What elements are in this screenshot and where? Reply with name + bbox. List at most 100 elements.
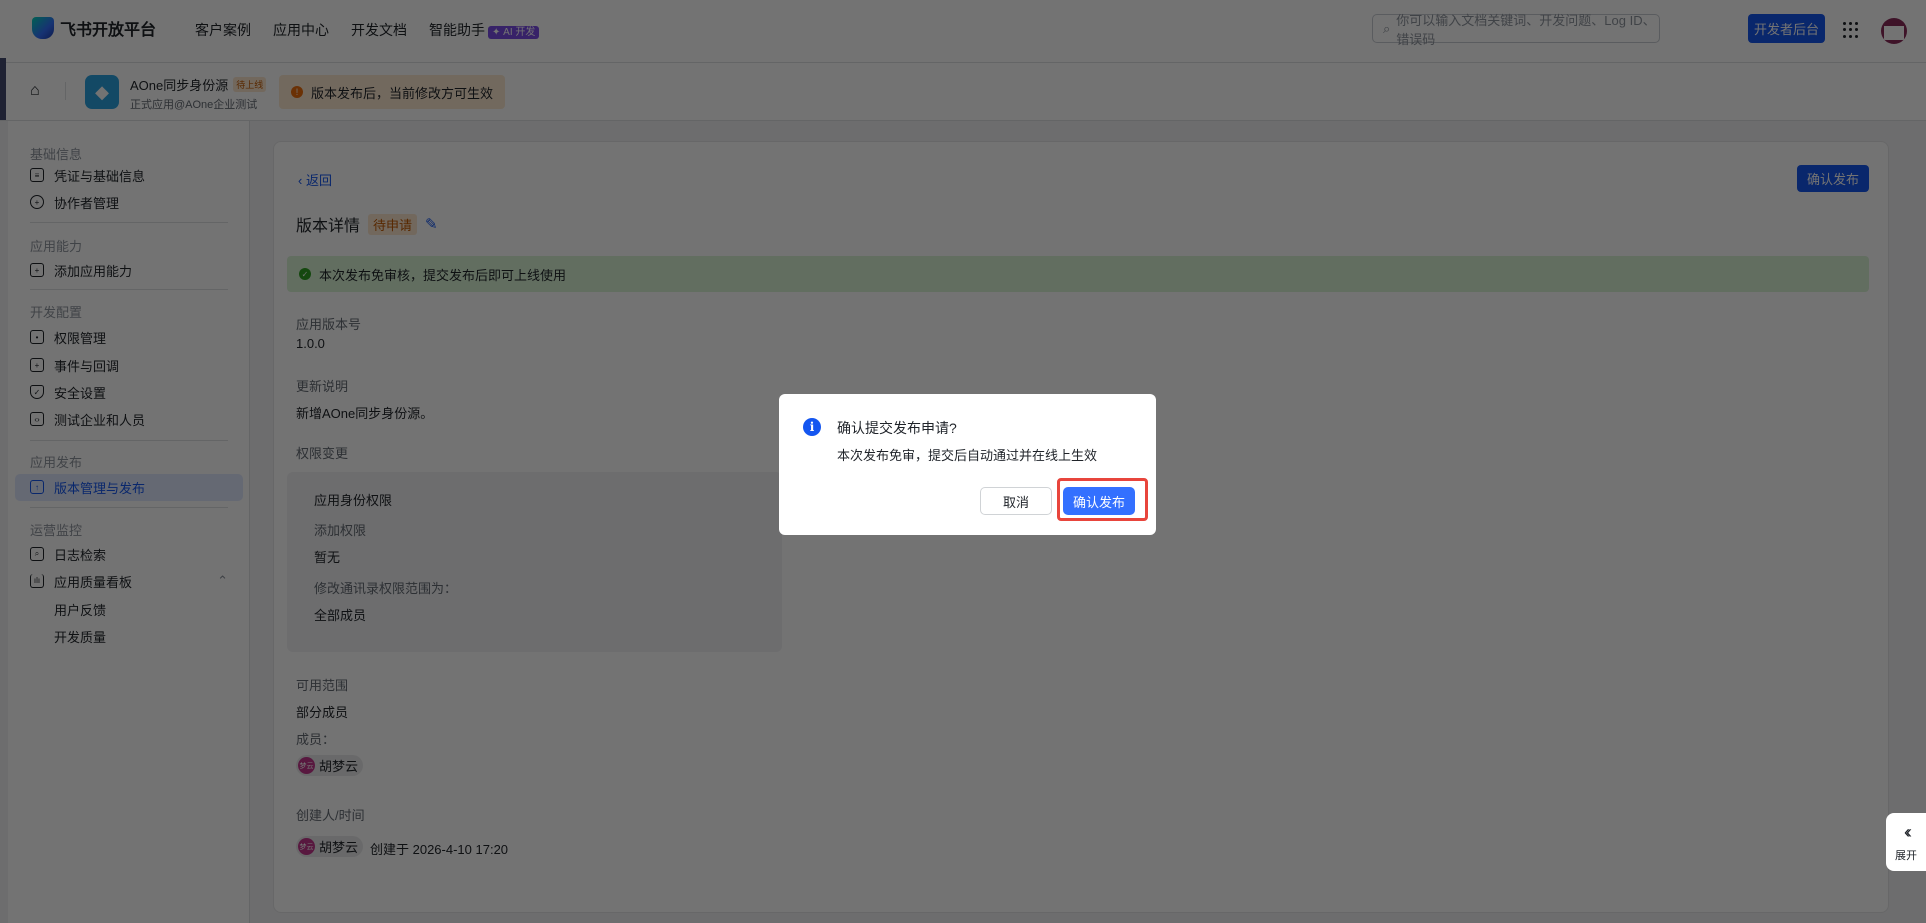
divider — [30, 222, 228, 223]
nav-customer-cases[interactable]: 客户案例 — [195, 20, 251, 40]
bar-chart-icon: ılı — [30, 574, 44, 588]
dialog-body: 本次发布免审，提交后自动通过并在线上生效 — [837, 448, 1098, 463]
sidebar-section-title: 基础信息 — [30, 147, 83, 162]
status-badge: 待申请 — [368, 213, 418, 235]
confirm-dialog: i 确认提交发布申请? 本次发布免审，提交后自动通过并在线上生效 取消 确认发布 — [779, 394, 1156, 535]
check-circle-icon: ✓ — [299, 268, 311, 280]
created-time: 创建于 2026-4-10 17:20 — [370, 842, 509, 857]
page-title: 版本详情 待申请 ✎ — [296, 212, 438, 236]
sidebar-item-credentials[interactable]: ≡ 凭证与基础信息 — [30, 162, 145, 188]
range-label: 可用范围 — [296, 678, 349, 693]
members-label: 成员： — [296, 732, 336, 747]
event-icon: + — [30, 358, 44, 372]
user-avatar[interactable] — [1881, 18, 1907, 44]
sidebar-item-collaborators[interactable]: + 协作者管理 — [30, 189, 119, 215]
divider — [65, 82, 66, 100]
sidebar-item-label: 开发质量 — [54, 629, 107, 645]
app-name: AOne同步身份源 待上线 — [130, 75, 267, 94]
code-icon: ‹› — [30, 412, 44, 426]
top-nav: 客户案例 应用中心 开发文档 智能助手 ✦ AI 开发 — [195, 20, 540, 40]
version-label: 应用版本号 — [296, 317, 362, 332]
divider — [30, 289, 228, 290]
home-icon[interactable]: ⌂ — [30, 82, 40, 100]
dialog-confirm-button[interactable]: 确认发布 — [1063, 487, 1135, 515]
notes-value: 新增AOne同步身份源。 — [296, 406, 434, 421]
warning-icon: ! — [291, 86, 303, 98]
nav-app-center[interactable]: 应用中心 — [273, 20, 329, 40]
chevron-up-icon[interactable]: ⌃ — [217, 573, 228, 589]
apps-grid-icon[interactable] — [1843, 22, 1859, 38]
sidebar: 基础信息 ≡ 凭证与基础信息 + 协作者管理 应用能力 + 添加应用能力 开发配置 •… — [8, 121, 250, 923]
avatar: 梦云 — [298, 838, 315, 855]
perm-scope-value: 全部成员 — [314, 608, 367, 623]
sidebar-section-title: 应用发布 — [30, 455, 83, 470]
avatar: 梦云 — [298, 757, 315, 774]
sidebar-section-title: 应用能力 — [30, 239, 83, 254]
shield-icon: ✓ — [30, 385, 44, 399]
banner-text: 本次发布免审核，提交发布后即可上线使用 — [319, 267, 567, 283]
sidebar-item-security[interactable]: ✓ 安全设置 — [30, 379, 106, 405]
upload-icon: ↑ — [30, 480, 44, 494]
dev-console-button[interactable]: 开发者后台 — [1748, 14, 1825, 43]
sidebar-section-title: 运营监控 — [30, 523, 83, 538]
back-link[interactable]: ‹ 返回 — [298, 170, 332, 189]
id-card-icon: ≡ — [30, 168, 44, 182]
sidebar-subitem-dev-quality[interactable]: 开发质量 — [54, 623, 106, 649]
user-add-icon: + — [30, 195, 44, 209]
sidebar-item-label: 应用质量看板 — [54, 574, 133, 590]
creator-chip[interactable]: 梦云 胡梦云 — [296, 836, 364, 857]
creator-label: 创建人/时间 — [296, 808, 365, 823]
search-icon: ⌕ — [1383, 20, 1391, 36]
cancel-button[interactable]: 取消 — [980, 487, 1052, 515]
app-name-text: AOne同步身份源 — [130, 78, 229, 93]
back-label: 返回 — [305, 173, 332, 188]
divider — [30, 507, 228, 508]
sidebar-item-label: 用户反馈 — [54, 602, 107, 618]
sidebar-item-permissions[interactable]: • 权限管理 — [30, 324, 106, 350]
perm-title: 应用身份权限 — [314, 493, 393, 508]
app-subtitle: 正式应用@AOne企业测试 — [130, 99, 258, 111]
window-edge — [0, 58, 6, 120]
logo-icon — [32, 17, 54, 39]
brand-logo[interactable]: 飞书开放平台 — [32, 16, 156, 40]
member-chip[interactable]: 梦云 胡梦云 — [296, 755, 364, 776]
sidebar-item-quality-board[interactable]: ılı 应用质量看板 ⌃ — [30, 568, 228, 594]
app-icon: ◆ — [85, 75, 119, 109]
nav-assistant[interactable]: 智能助手 ✦ AI 开发 — [429, 20, 540, 40]
info-icon: i — [803, 418, 821, 436]
range-value: 部分成员 — [296, 705, 349, 720]
sidebar-section-title: 开发配置 — [30, 305, 83, 320]
sidebar-item-version-publish[interactable]: ↑ 版本管理与发布 — [30, 474, 145, 500]
grid-add-icon: + — [30, 263, 44, 277]
lock-bag-icon: • — [30, 330, 44, 344]
notes-label: 更新说明 — [296, 379, 349, 394]
sidebar-item-events[interactable]: + 事件与回调 — [30, 352, 119, 378]
version-value: 1.0.0 — [296, 336, 325, 351]
expand-button[interactable]: ‹‹ 展开 — [1886, 813, 1926, 871]
app-status-badge: 待上线 — [233, 77, 267, 92]
nav-assistant-label: 智能助手 — [429, 22, 485, 38]
nav-dev-docs[interactable]: 开发文档 — [351, 20, 407, 40]
ai-badge: ✦ AI 开发 — [488, 26, 540, 39]
search-input[interactable]: ⌕ 你可以输入文档关键词、开发问题、Log ID、错误码 — [1372, 13, 1660, 47]
edit-icon[interactable]: ✎ — [425, 215, 438, 233]
perm-add-value: 暂无 — [314, 550, 341, 565]
member-name: 胡梦云 — [319, 759, 359, 774]
publish-notice: ! 版本发布后，当前修改方可生效 — [279, 75, 505, 109]
dialog-title: 确认提交发布申请? — [837, 420, 957, 436]
success-banner: ✓ 本次发布免审核，提交发布后即可上线使用 — [287, 256, 1869, 292]
sidebar-item-label: 日志检索 — [54, 547, 107, 563]
sidebar-item-label: 事件与回调 — [54, 358, 120, 374]
creator-name: 胡梦云 — [319, 840, 359, 855]
divider — [30, 440, 228, 441]
sidebar-item-test-tenant[interactable]: ‹› 测试企业和人员 — [30, 406, 145, 432]
double-chevron-left-icon: ‹‹ — [1904, 821, 1912, 842]
sidebar-item-label: 测试企业和人员 — [54, 412, 146, 428]
sidebar-item-label: 协作者管理 — [54, 195, 120, 211]
expand-label: 展开 — [1895, 849, 1917, 862]
sidebar-item-add-capability[interactable]: + 添加应用能力 — [30, 257, 132, 283]
confirm-publish-button[interactable]: 确认发布 — [1797, 165, 1869, 192]
chevron-left-icon: ‹ — [298, 173, 306, 188]
sidebar-subitem-feedback[interactable]: 用户反馈 — [54, 596, 106, 622]
sidebar-item-logs[interactable]: ⌕ 日志检索 — [30, 541, 106, 567]
